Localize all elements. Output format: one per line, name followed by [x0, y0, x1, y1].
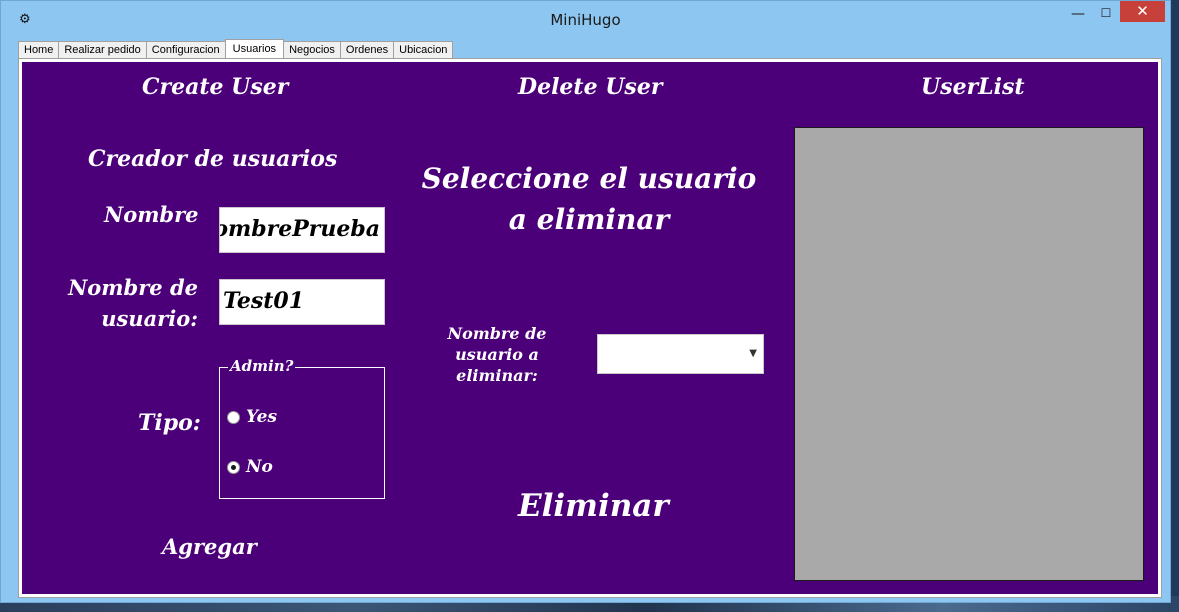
- admin-group-label: Admin?: [228, 357, 296, 375]
- maximize-button[interactable]: ☐: [1093, 5, 1119, 29]
- radio-yes-icon[interactable]: [227, 410, 240, 424]
- tab-ordenes[interactable]: Ordenes: [339, 41, 395, 59]
- radio-no-icon[interactable]: [227, 460, 240, 474]
- delete-user-header: Delete User: [518, 74, 663, 100]
- delete-username-label: Nombre de usuario a eliminar:: [447, 324, 547, 385]
- tab-home[interactable]: Home: [18, 41, 60, 59]
- tab-page-frame: Create User Delete User UserList Creador…: [18, 58, 1162, 598]
- usuarios-panel: Create User Delete User UserList Creador…: [22, 62, 1158, 594]
- username-label: Nombre de usuario:: [68, 275, 198, 331]
- tab-realizar-pedido[interactable]: Realizar pedido: [58, 41, 147, 59]
- nombre-field[interactable]: NombrePrueba: [219, 207, 385, 253]
- delete-instructions: Seleccione el usuario a eliminar: [421, 162, 757, 236]
- nombre-field-value: NombrePrueba: [220, 216, 380, 242]
- tab-strip: Home Realizar pedido Configuracion Usuar…: [18, 39, 454, 60]
- userlist-header: UserList: [921, 74, 1025, 100]
- minimize-button[interactable]: —: [1065, 6, 1091, 30]
- title-bar: ⚙ MiniHugo — ☐ ✕: [1, 1, 1170, 37]
- nombre-label: Nombre: [104, 202, 199, 227]
- agregar-button[interactable]: Agregar: [162, 534, 257, 559]
- tab-configuracion[interactable]: Configuracion: [145, 41, 226, 59]
- username-field-value: Test01: [223, 288, 305, 314]
- tab-usuarios[interactable]: Usuarios: [224, 39, 285, 60]
- username-field[interactable]: Test01: [219, 279, 385, 325]
- eliminar-button[interactable]: Eliminar: [518, 488, 669, 524]
- admin-no-option[interactable]: No: [227, 457, 273, 477]
- tab-ubicacion[interactable]: Ubicacion: [393, 41, 454, 59]
- admin-groupbox: Admin? Yes No: [219, 357, 385, 499]
- radio-no-label: No: [246, 457, 273, 477]
- close-button[interactable]: ✕: [1120, 1, 1165, 22]
- creator-section-title: Creador de usuarios: [88, 146, 338, 172]
- window-title: MiniHugo: [550, 11, 621, 29]
- userlist-box[interactable]: [794, 127, 1144, 581]
- chevron-down-icon[interactable]: ▼: [749, 348, 757, 359]
- admin-yes-option[interactable]: Yes: [227, 407, 277, 427]
- delete-user-select[interactable]: ▼: [597, 334, 764, 374]
- app-window: ⚙ MiniHugo — ☐ ✕ Home Realizar pedido Co…: [0, 0, 1171, 603]
- tipo-label: Tipo:: [138, 410, 201, 436]
- create-user-header: Create User: [142, 74, 289, 100]
- tab-negocios[interactable]: Negocios: [283, 41, 341, 59]
- radio-yes-label: Yes: [246, 407, 278, 427]
